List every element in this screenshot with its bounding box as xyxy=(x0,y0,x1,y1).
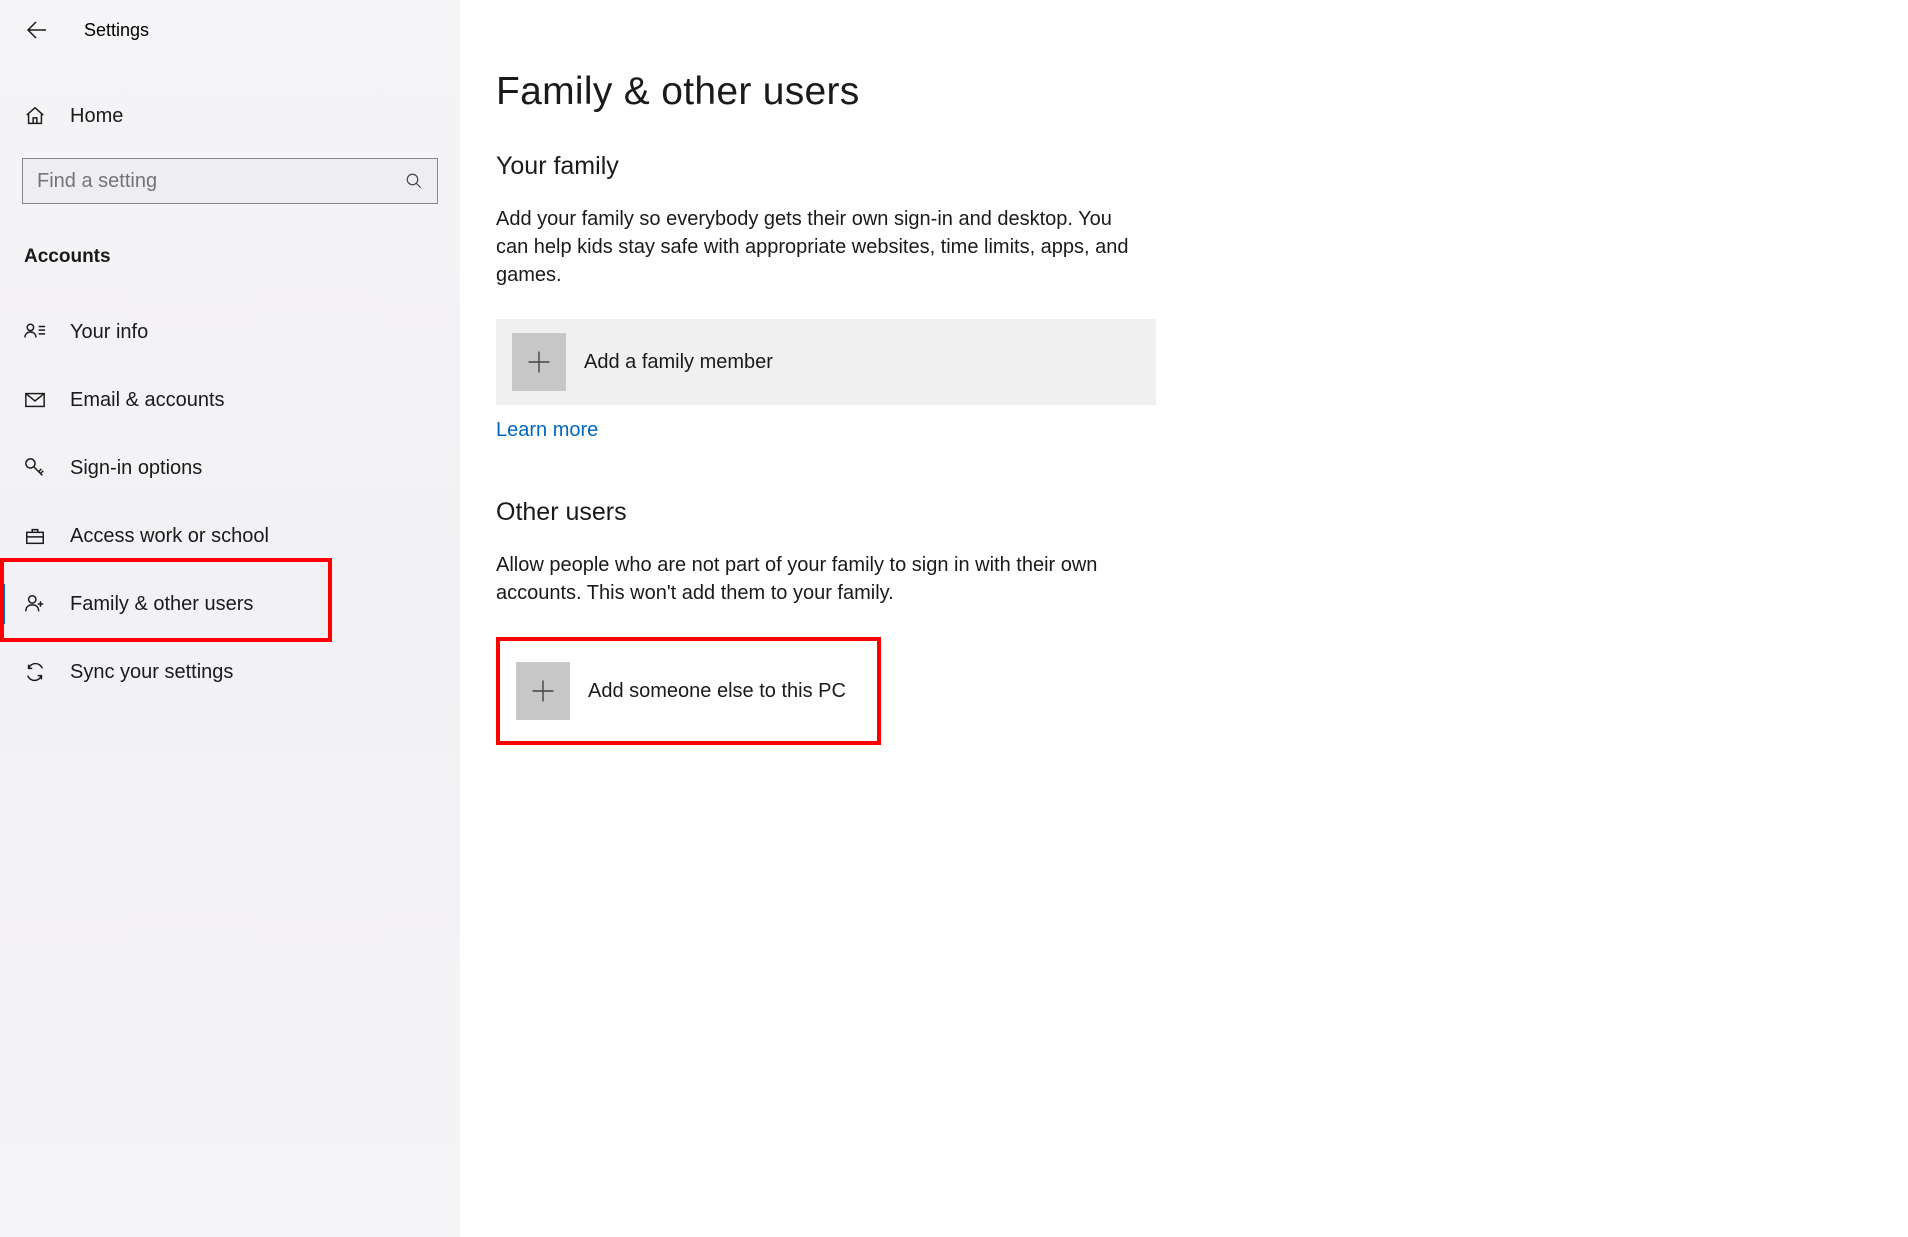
sidebar-item-family-other-users[interactable]: Family & other users xyxy=(0,570,460,638)
person-list-icon xyxy=(24,321,46,343)
add-family-member-button[interactable]: Add a family member xyxy=(496,319,1156,405)
briefcase-icon xyxy=(24,525,46,547)
family-heading: Your family xyxy=(496,152,1160,181)
other-users-description: Allow people who are not part of your fa… xyxy=(496,551,1136,607)
sidebar-item-your-info[interactable]: Your info xyxy=(0,298,460,366)
add-someone-else-button[interactable]: Add someone else to this PC xyxy=(496,637,881,745)
sidebar-item-signin-options[interactable]: Sign-in options xyxy=(0,434,460,502)
sidebar-item-label: Your info xyxy=(70,321,148,344)
sidebar-item-label: Family & other users xyxy=(70,593,253,616)
search-input[interactable] xyxy=(37,170,405,193)
learn-more-link[interactable]: Learn more xyxy=(496,419,598,442)
sidebar-item-access-work-school[interactable]: Access work or school xyxy=(0,502,460,570)
family-description: Add your family so everybody gets their … xyxy=(496,205,1136,289)
sidebar-item-label: Sync your settings xyxy=(70,661,233,684)
plus-icon xyxy=(516,662,570,720)
key-icon xyxy=(24,457,46,479)
sidebar-item-email-accounts[interactable]: Email & accounts xyxy=(0,366,460,434)
app-title: Settings xyxy=(84,20,149,41)
home-icon xyxy=(24,105,46,127)
home-label: Home xyxy=(70,105,123,128)
search-box[interactable] xyxy=(22,158,438,204)
add-someone-else-label: Add someone else to this PC xyxy=(588,680,846,703)
sidebar-item-label: Email & accounts xyxy=(70,389,225,412)
sidebar-item-label: Sign-in options xyxy=(70,457,202,480)
mail-icon xyxy=(24,389,46,411)
sync-icon xyxy=(24,661,46,683)
sidebar-item-sync-settings[interactable]: Sync your settings xyxy=(0,638,460,706)
header-row: Settings xyxy=(0,0,460,60)
person-add-icon xyxy=(24,593,46,615)
page-title: Family & other users xyxy=(496,70,1160,114)
add-family-label: Add a family member xyxy=(584,351,773,374)
home-nav[interactable]: Home xyxy=(0,92,460,140)
main-content: Family & other users Your family Add you… xyxy=(460,0,1160,1237)
sidebar-item-label: Access work or school xyxy=(70,525,269,548)
plus-icon xyxy=(512,333,566,391)
sidebar-section-title: Accounts xyxy=(24,246,460,268)
sidebar: Settings Home Accounts Your info xyxy=(0,0,460,1237)
back-arrow-icon[interactable] xyxy=(24,18,48,42)
other-users-heading: Other users xyxy=(496,498,1160,527)
search-icon xyxy=(405,172,423,190)
